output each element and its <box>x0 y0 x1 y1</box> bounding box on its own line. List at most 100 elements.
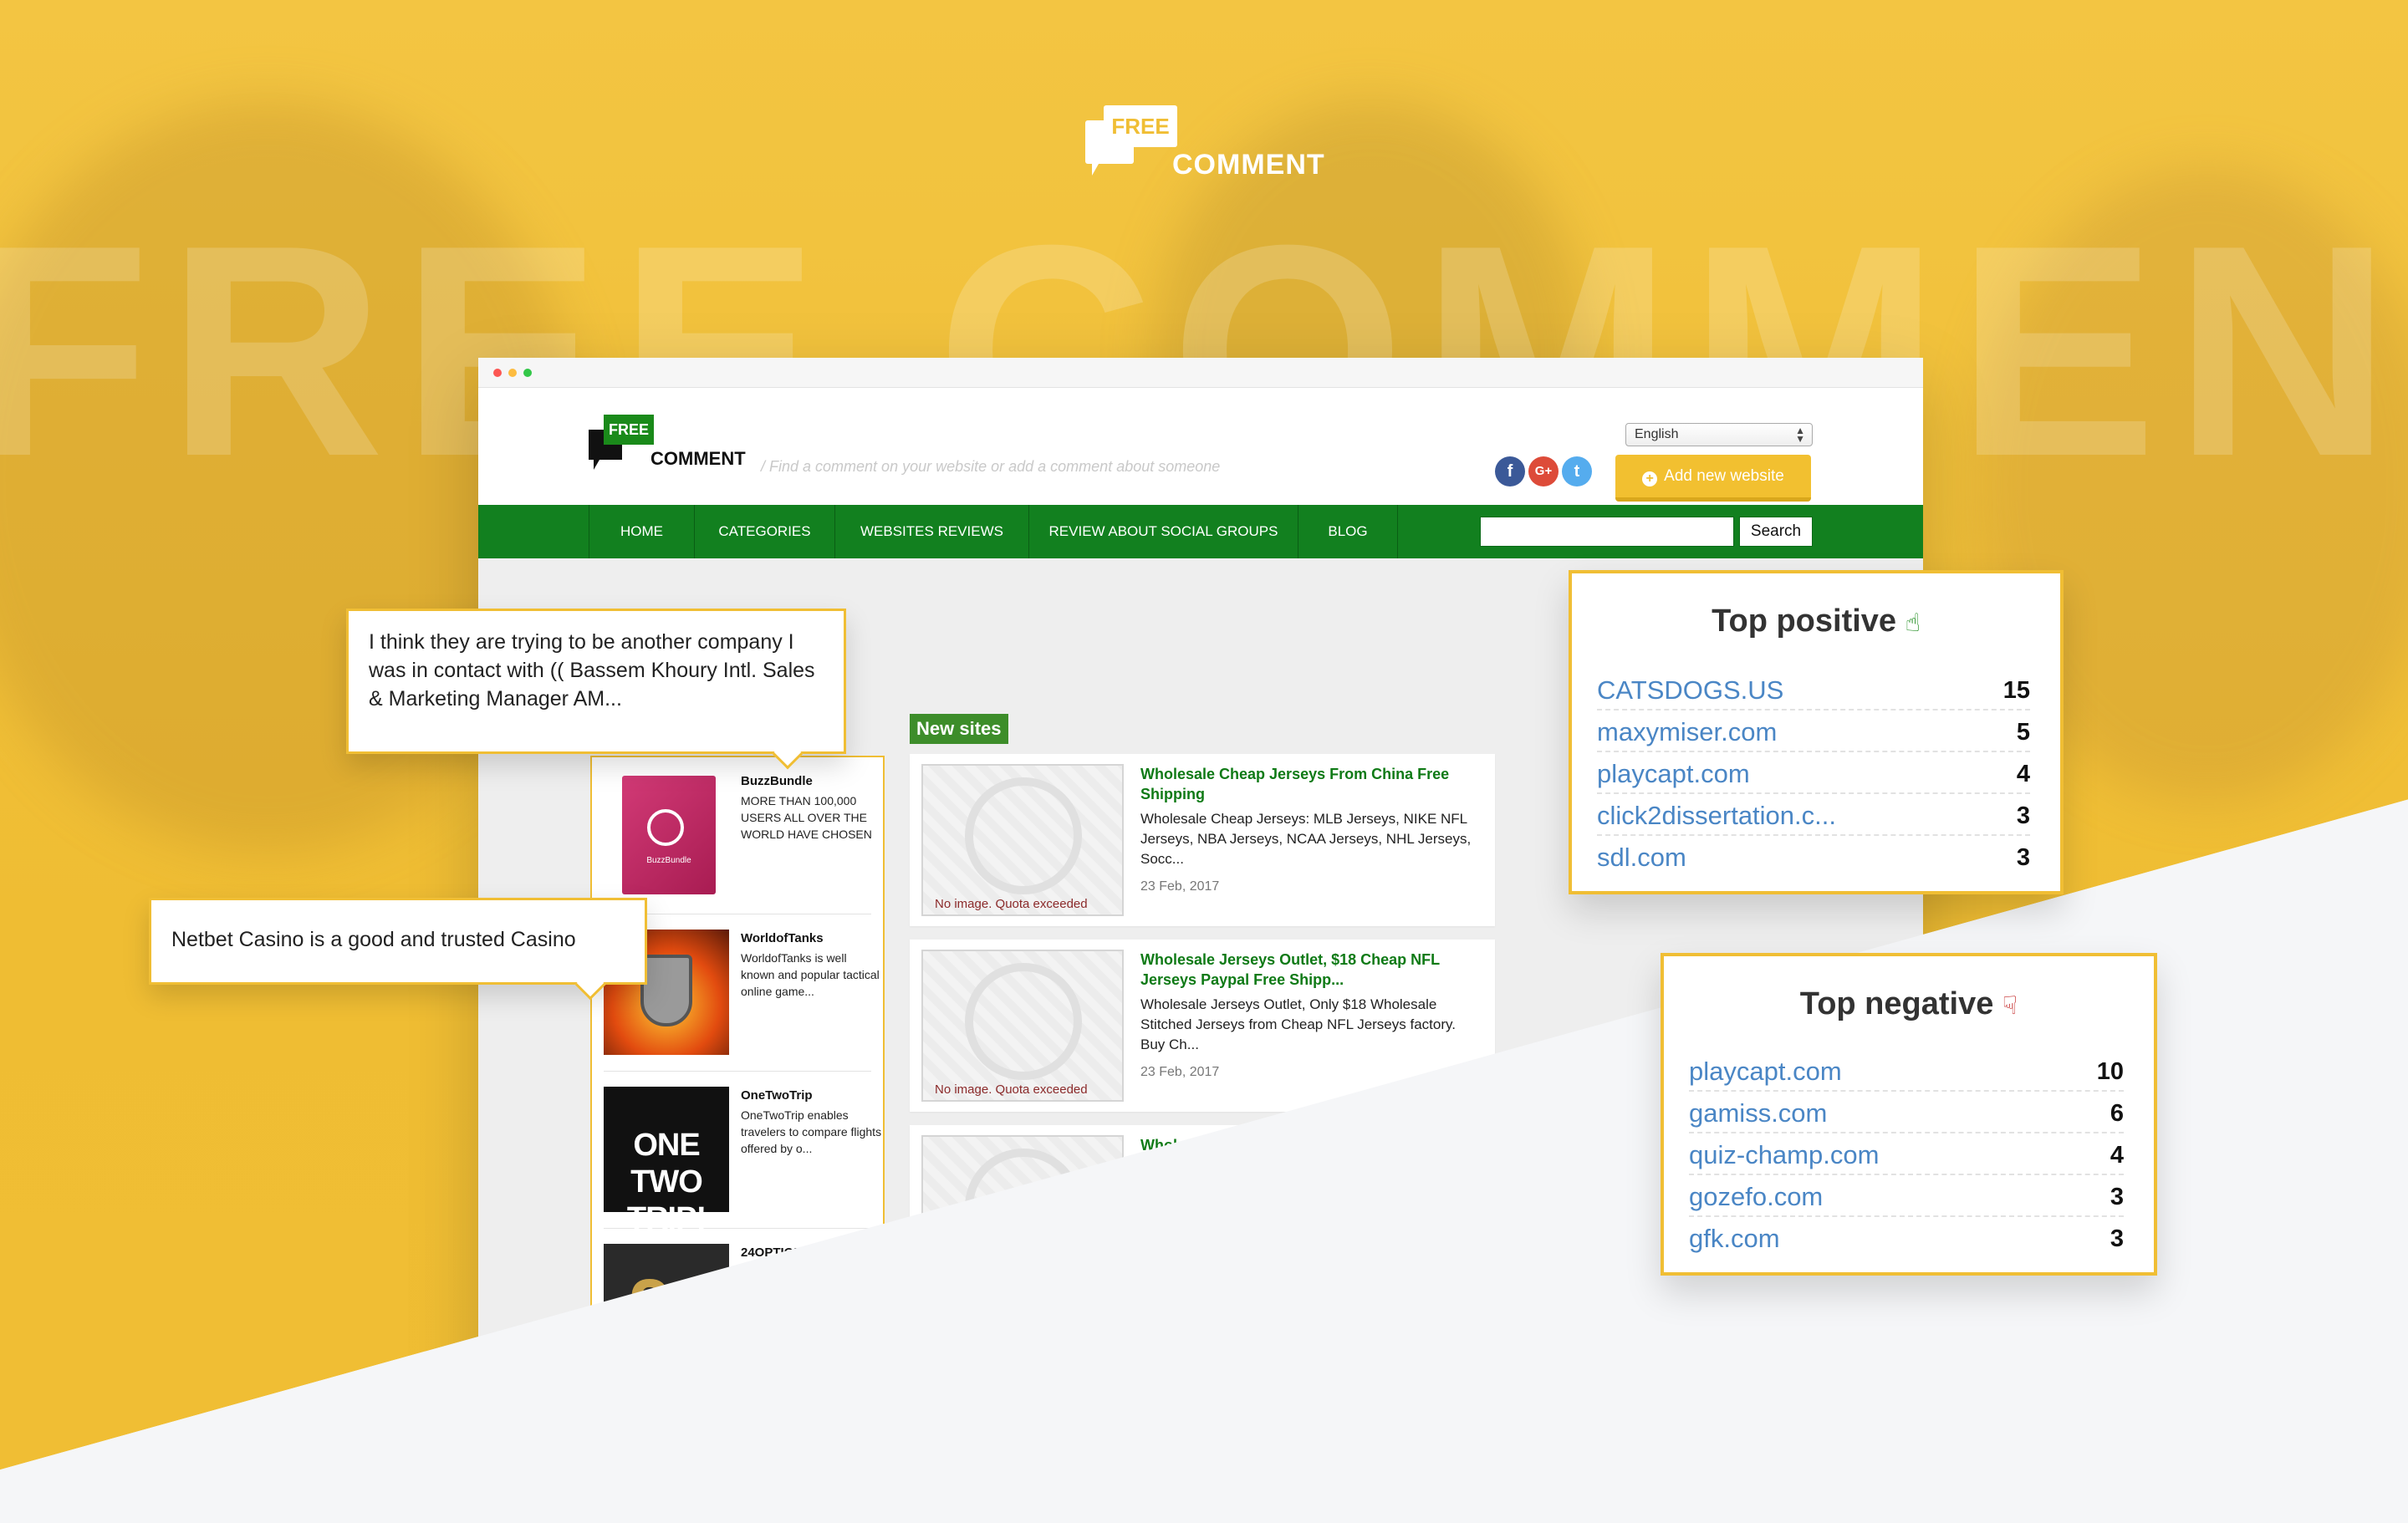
search-button[interactable]: Search <box>1739 517 1813 547</box>
search-input[interactable] <box>1480 517 1734 547</box>
site-link[interactable]: click2dissertation.c... <box>1597 801 1836 831</box>
count: 3 <box>2110 1225 2124 1252</box>
list-item[interactable]: CATSDOGS.US 15 <box>1597 669 2030 711</box>
comment-bubble: I think they are trying to be another co… <box>346 609 846 770</box>
list-item[interactable]: click2dissertation.c... 3 <box>1597 794 2030 836</box>
list-item[interactable]: gozefo.com 3 <box>1689 1175 2124 1217</box>
camera-off-icon <box>965 1149 1082 1266</box>
site-header: FREE COMMENT / Find a comment on your we… <box>478 388 1923 505</box>
comment-bubble-text: Netbet Casino is a good and trusted Casi… <box>171 928 576 951</box>
site-card[interactable]: No image. Quota exceeded Wholesale Jerse… <box>910 940 1495 1112</box>
top-positive-title: Top positive ☝ <box>1712 604 1921 639</box>
top-negative-panel: Top negative ☟ playcapt.com 10 gamiss.co… <box>1661 953 2157 1276</box>
site-link[interactable]: gamiss.com <box>1689 1098 1827 1128</box>
nav-home[interactable]: HOME <box>589 505 694 558</box>
twitter-icon[interactable]: t <box>1562 456 1592 486</box>
no-image-text: No image. Quota exceeded <box>935 897 1088 911</box>
list-item[interactable]: playcapt.com 10 <box>1689 1050 2124 1092</box>
site-logo-word: COMMENT <box>650 448 746 469</box>
list-item-title: OneTwoTrip <box>741 1088 813 1103</box>
list-item[interactable]: quiz-champ.com 4 <box>1689 1133 2124 1175</box>
comment-bubble: Netbet Casino is a good and trusted Casi… <box>149 898 647 1001</box>
card-title-link[interactable]: Wholesale Jerseys Outlet, $18 Cheap NFL … <box>1140 950 1483 990</box>
language-select[interactable]: English ▲ ▼ <box>1625 423 1813 446</box>
list-item-text: The ... <box>741 1266 774 1279</box>
google-plus-icon[interactable]: G+ <box>1528 456 1559 486</box>
site-link[interactable]: gfk.com <box>1689 1224 1780 1254</box>
card-date: 23 Feb, 2017 <box>1140 879 1220 894</box>
hero-logo: FREE COMMENT <box>1085 102 1328 186</box>
card-description: Wholesale Jerseys Outlet, Only $18 Whole… <box>1140 996 1456 1052</box>
no-image-placeholder: No image. Quota exceeded <box>921 950 1124 1102</box>
list-item[interactable]: maxymiser.com 5 <box>1597 711 2030 752</box>
sidebar-list: BuzzBundle BuzzBundle MORE THAN 100,000 … <box>590 756 885 1411</box>
new-sites-heading: New sites <box>910 714 1008 744</box>
card-title-link[interactable]: Wholesal <box>1140 1135 1483 1155</box>
site-link[interactable]: CATSDOGS.US <box>1597 675 1783 705</box>
window-minimize-dot[interactable] <box>508 369 517 377</box>
top-positive-panel: Top positive ☝ CATSDOGS.US 15 maxymiser.… <box>1569 570 2064 894</box>
nav-categories[interactable]: CATEGORIES <box>694 505 834 558</box>
list-item-title: BuzzBundle <box>741 774 813 788</box>
list-item[interactable]: sdl.com 3 <box>1597 836 2030 878</box>
buzzbundle-thumbnail: BuzzBundle <box>604 772 729 898</box>
comment-bubble-text: I think they are trying to be another co… <box>369 630 815 711</box>
add-new-website-button[interactable]: + Add new website <box>1615 455 1811 502</box>
no-image-placeholder <box>921 1135 1124 1287</box>
list-item-text: MORE THAN 100,000 USERS ALL OVER THE WOR… <box>741 794 872 841</box>
camera-off-icon <box>965 963 1082 1080</box>
list-item[interactable]: playcapt.com 4 <box>1597 752 2030 794</box>
nav-blog[interactable]: BLOG <box>1298 505 1398 558</box>
site-link[interactable]: quiz-champ.com <box>1689 1140 1879 1170</box>
24option-thumbnail: 24 <box>604 1244 729 1369</box>
list-item-text: OneTwoTrip enables travelers to compare … <box>741 1108 882 1155</box>
no-image-text: No image. Quota exceeded <box>935 1082 1088 1097</box>
window-close-dot[interactable] <box>493 369 502 377</box>
list-item-title: 24OPTION.COM <box>741 1245 836 1260</box>
plus-circle-icon: + <box>1642 471 1658 486</box>
main-nav: HOME CATEGORIES WEBSITES REVIEWS REVIEW … <box>478 505 1923 558</box>
nav-review-social-groups[interactable]: REVIEW ABOUT SOCIAL GROUPS <box>1028 505 1298 558</box>
logo-word: COMMENT <box>1172 149 1325 181</box>
window-maximize-dot[interactable] <box>523 369 532 377</box>
thumb-up-hand-icon: ☝ <box>1905 609 1921 637</box>
list-item-text: WorldofTanks is well known and popular t… <box>741 951 880 998</box>
browser-chrome <box>478 358 1923 388</box>
language-select-value: English <box>1635 427 1679 441</box>
thumb-down-hand-icon: ☟ <box>2002 992 2018 1020</box>
list-item[interactable]: gfk.com 3 <box>1689 1217 2124 1259</box>
site-link[interactable]: playcapt.com <box>1689 1057 1842 1087</box>
site-link[interactable]: gozefo.com <box>1689 1182 1823 1212</box>
count: 4 <box>2110 1142 2124 1169</box>
logo-bubble-front: FREE <box>1104 105 1177 147</box>
count: 10 <box>2096 1058 2124 1085</box>
no-image-placeholder: No image. Quota exceeded <box>921 764 1124 916</box>
card-date: 23 Feb, 2017 <box>1140 1065 1220 1079</box>
select-arrows-icon: ▲ ▼ <box>1795 425 1805 445</box>
site-logo[interactable]: FREE COMMENT <box>589 415 764 473</box>
site-logo-bubble-front: FREE <box>604 415 654 445</box>
site-card[interactable]: No image. Quota exceeded Wholesale Cheap… <box>910 754 1495 926</box>
site-link[interactable]: sdl.com <box>1597 843 1686 873</box>
list-item[interactable]: BuzzBundle BuzzBundle MORE THAN 100,000 … <box>604 757 872 914</box>
count: 4 <box>2016 761 2030 787</box>
site-link[interactable]: maxymiser.com <box>1597 717 1777 747</box>
count: 3 <box>2016 802 2030 829</box>
count: 5 <box>2016 719 2030 746</box>
count: 6 <box>2110 1100 2124 1127</box>
list-item[interactable]: ONE TWO TRIP! OneTwoTrip OneTwoTrip enab… <box>604 1072 881 1236</box>
card-title-link[interactable]: Wholesale Cheap Jerseys From China Free … <box>1140 764 1483 804</box>
facebook-icon[interactable]: f <box>1495 456 1525 486</box>
add-new-website-label: Add new website <box>1664 467 1784 485</box>
top-negative-title: Top negative ☟ <box>1799 986 2018 1021</box>
site-link[interactable]: playcapt.com <box>1597 759 1750 789</box>
site-tagline: / Find a comment on your website or add … <box>761 458 1221 475</box>
list-item[interactable]: gamiss.com 6 <box>1689 1092 2124 1133</box>
count: 3 <box>2110 1184 2124 1210</box>
list-item[interactable]: 24 24OPTION.COM The ... <box>604 1229 871 1386</box>
count: 15 <box>2002 677 2030 704</box>
camera-off-icon <box>965 777 1082 894</box>
nav-websites-reviews[interactable]: WEBSITES REVIEWS <box>834 505 1028 558</box>
site-card[interactable]: Wholesal <box>910 1125 1495 1297</box>
card-description: Wholesale Cheap Jerseys: MLB Jerseys, NI… <box>1140 811 1472 867</box>
